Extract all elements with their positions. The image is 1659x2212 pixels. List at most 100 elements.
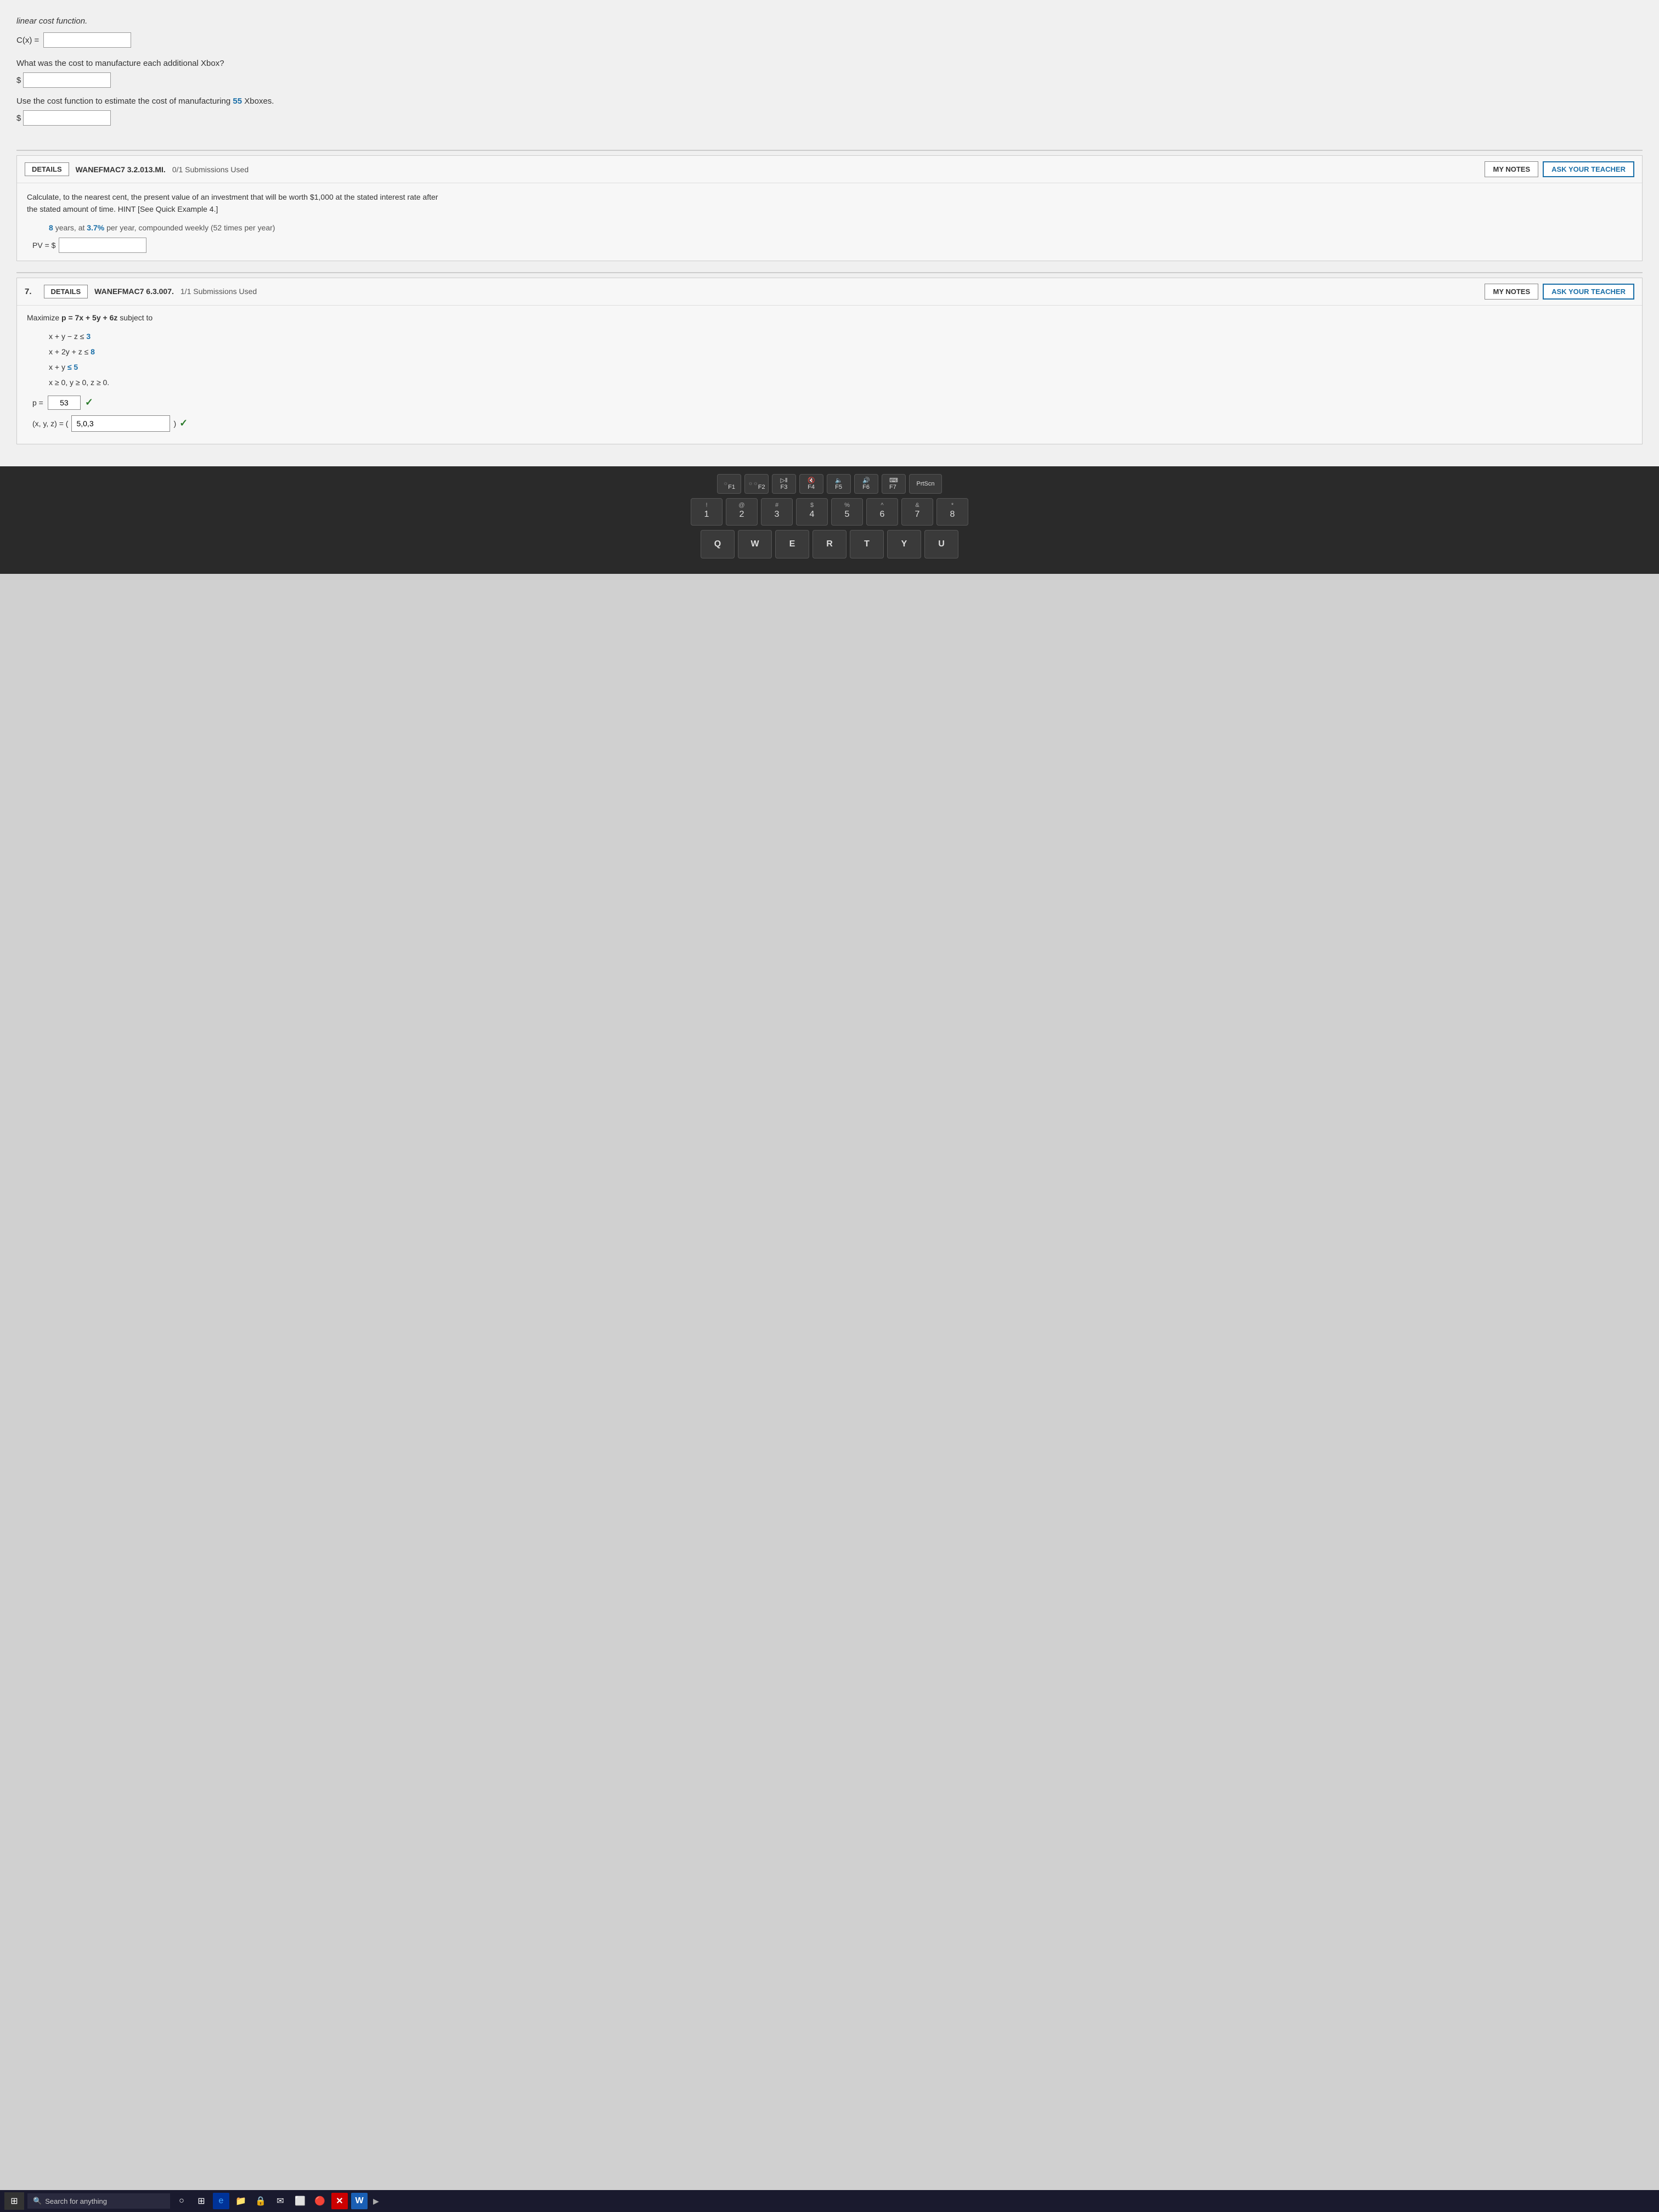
constraints-list: x + y − z ≤ 3 x + 2y + z ≤ 8 x + y ≤ 5 x…: [49, 329, 1632, 390]
maximize-title: Maximize p = 7x + 5y + 6z subject to: [27, 313, 1632, 322]
problem6-header: DETAILS WANEFMAC7 3.2.013.MI. 0/1 Submis…: [17, 156, 1642, 183]
taskbar-chrome-icon[interactable]: 🔴: [312, 2193, 328, 2209]
key-y[interactable]: Y: [887, 530, 921, 558]
dollar2-label: $: [16, 114, 21, 123]
problem7-submissions: 1/1 Submissions Used: [180, 287, 257, 296]
cost-55-xboxes-input[interactable]: [23, 110, 111, 126]
xyz-check-icon: ✓: [179, 417, 188, 429]
key-6[interactable]: ^ 6: [866, 498, 898, 526]
taskbar-search-bar[interactable]: 🔍 Search for anything: [27, 2193, 170, 2209]
p-value-input[interactable]: [48, 396, 81, 410]
key-u[interactable]: U: [924, 530, 958, 558]
key-7[interactable]: & 7: [901, 498, 933, 526]
maximize-section: Maximize p = 7x + 5y + 6z subject to x +…: [17, 306, 1642, 444]
cx-row: C(x) =: [16, 32, 1643, 48]
question2-text: Use the cost function to estimate the co…: [16, 97, 1643, 106]
start-button[interactable]: ⊞: [4, 2192, 24, 2210]
num-row: ! 1 @ 2 # 3 $ 4 % 5 ^ 6 & 7 * 8: [5, 498, 1654, 526]
taskbar-x-icon[interactable]: ✕: [331, 2193, 348, 2209]
key-prtscn[interactable]: PrtScn: [909, 474, 942, 494]
key-8[interactable]: * 8: [936, 498, 968, 526]
dollar2-row: $: [16, 110, 1643, 126]
problem6-header-right: MY NOTES ASK YOUR TEACHER: [1485, 161, 1634, 177]
problem6-my-notes-button[interactable]: MY NOTES: [1485, 161, 1538, 177]
taskbar-chevron[interactable]: ▶: [373, 2197, 379, 2206]
problem7-number: 7.: [25, 287, 37, 296]
cost-per-xbox-input[interactable]: [23, 72, 111, 88]
constraint-1: x + y − z ≤ 3: [49, 329, 1632, 344]
dollar1-label: $: [16, 76, 21, 85]
linear-cost-section: linear cost function. C(x) = What was th…: [16, 11, 1643, 145]
problem6-details-button[interactable]: DETAILS: [25, 162, 69, 176]
pv-row: PV = $: [27, 238, 1632, 253]
problem6-subtext: 8 years, at 3.7% per year, compounded we…: [27, 223, 1632, 232]
problem6-submissions: 0/1 Submissions Used: [172, 165, 249, 174]
search-icon: 🔍: [33, 2197, 42, 2205]
taskbar-files-icon[interactable]: 📁: [233, 2193, 249, 2209]
key-3[interactable]: # 3: [761, 498, 793, 526]
key-f1[interactable]: ☼F1: [717, 474, 741, 494]
key-f4[interactable]: 🔇F4: [799, 474, 823, 494]
problem7-id: WANEFMAC7 6.3.007.: [94, 287, 174, 296]
pv-label: PV = $: [32, 241, 55, 250]
divider2: [16, 272, 1643, 273]
taskbar-word-icon[interactable]: W: [351, 2193, 368, 2209]
problem6-ask-teacher-button[interactable]: ASK YOUR TEACHER: [1543, 161, 1634, 177]
problem6-card: DETAILS WANEFMAC7 3.2.013.MI. 0/1 Submis…: [16, 155, 1643, 261]
taskbar-mail-icon[interactable]: ✉: [272, 2193, 289, 2209]
taskbar-box1-icon[interactable]: ⬜: [292, 2193, 308, 2209]
taskbar-lock-icon[interactable]: 🔒: [252, 2193, 269, 2209]
xyz-label: (x, y, z) = (: [32, 419, 68, 428]
taskbar-edge-icon[interactable]: e: [213, 2193, 229, 2209]
taskbar-widgets-icon[interactable]: ⊞: [193, 2193, 210, 2209]
problem7-card: 7. DETAILS WANEFMAC7 6.3.007. 1/1 Submis…: [16, 278, 1643, 444]
search-text: Search for anything: [45, 2197, 107, 2205]
key-e[interactable]: E: [775, 530, 809, 558]
key-q[interactable]: Q: [701, 530, 735, 558]
key-w[interactable]: W: [738, 530, 772, 558]
problem7-header-right: MY NOTES ASK YOUR TEACHER: [1485, 284, 1634, 300]
qwerty-row: Q W E R T Y U: [5, 530, 1654, 558]
constraint-3: x + y ≤ 5: [49, 359, 1632, 375]
check-icon: ✓: [85, 397, 93, 408]
main-content: linear cost function. C(x) = What was th…: [0, 0, 1659, 466]
key-t[interactable]: T: [850, 530, 884, 558]
key-1[interactable]: ! 1: [691, 498, 723, 526]
key-f2[interactable]: ☼☼F2: [744, 474, 769, 494]
problem7-ask-teacher-button[interactable]: ASK YOUR TEACHER: [1543, 284, 1634, 300]
problem6-body: Calculate, to the nearest cent, the pres…: [17, 183, 1642, 261]
question1-section: What was the cost to manufacture each ad…: [16, 59, 1643, 88]
constraint-2: x + 2y + z ≤ 8: [49, 344, 1632, 359]
p-label: p =: [32, 398, 43, 407]
key-f3[interactable]: ▷‖F3: [772, 474, 796, 494]
problem7-my-notes-button[interactable]: MY NOTES: [1485, 284, 1538, 300]
p-result-row: p = ✓: [27, 396, 1632, 410]
key-2[interactable]: @ 2: [726, 498, 758, 526]
cx-input[interactable]: [43, 32, 131, 48]
cx-label: C(x) =: [16, 36, 39, 45]
linear-cost-title: linear cost function.: [16, 16, 1643, 26]
key-f6[interactable]: 🔊F6: [854, 474, 878, 494]
taskbar: ⊞ 🔍 Search for anything ○ ⊞ e 📁 🔒 ✉ ⬜ 🔴 …: [0, 2190, 1659, 2212]
key-5[interactable]: % 5: [831, 498, 863, 526]
key-f5[interactable]: 🔈F5: [827, 474, 851, 494]
problem7-header: 7. DETAILS WANEFMAC7 6.3.007. 1/1 Submis…: [17, 278, 1642, 306]
taskbar-circle-icon[interactable]: ○: [173, 2193, 190, 2209]
problem6-description: Calculate, to the nearest cent, the pres…: [27, 191, 1632, 216]
problem6-id: WANEFMAC7 3.2.013.MI.: [76, 165, 166, 174]
question2-section: Use the cost function to estimate the co…: [16, 97, 1643, 126]
key-r[interactable]: R: [812, 530, 847, 558]
keyboard-area: ☼F1 ☼☼F2 ▷‖F3 🔇F4 🔈F5 🔊F6 ⌨F7 PrtScn ! 1…: [0, 466, 1659, 574]
pv-input[interactable]: [59, 238, 146, 253]
xyz-row: (x, y, z) = ( ) ✓: [27, 415, 1632, 432]
fn-row: ☼F1 ☼☼F2 ▷‖F3 🔇F4 🔈F5 🔊F6 ⌨F7 PrtScn: [5, 474, 1654, 494]
divider1: [16, 150, 1643, 151]
question1-text: What was the cost to manufacture each ad…: [16, 59, 1643, 68]
xyz-input[interactable]: [71, 415, 170, 432]
key-f7[interactable]: ⌨F7: [882, 474, 906, 494]
problem7-details-button[interactable]: DETAILS: [44, 285, 88, 298]
key-4[interactable]: $ 4: [796, 498, 828, 526]
xyz-close: ): [173, 419, 176, 428]
constraint-4: x ≥ 0, y ≥ 0, z ≥ 0.: [49, 375, 1632, 390]
dollar1-row: $: [16, 72, 1643, 88]
